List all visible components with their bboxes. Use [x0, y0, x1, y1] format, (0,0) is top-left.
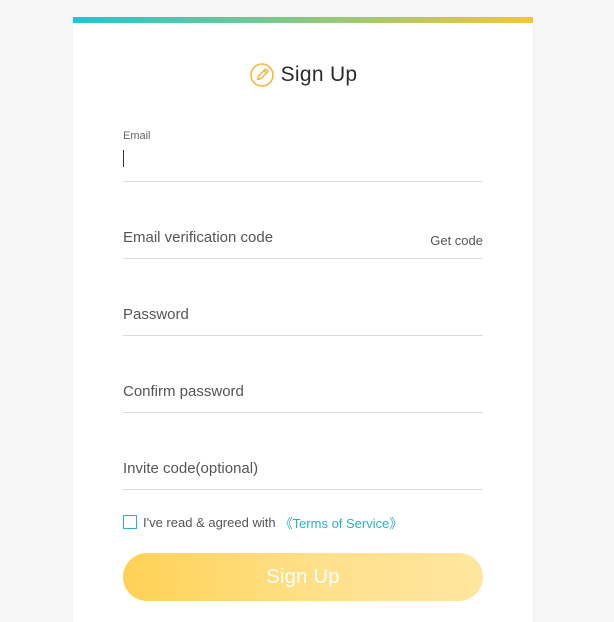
agreement-text: I've read & agreed with	[143, 514, 276, 530]
title-row: Sign Up	[73, 61, 533, 89]
password-field-wrapper	[123, 299, 483, 336]
terms-of-service-link[interactable]: 《Terms of Service》	[280, 513, 403, 532]
email-input[interactable]	[125, 150, 425, 168]
text-caret	[123, 150, 124, 167]
agreement-row: I've read & agreed with 《Terms of Servic…	[123, 513, 402, 531]
email-label: Email	[123, 130, 151, 142]
pencil-circle-icon	[249, 62, 275, 88]
password-input[interactable]	[123, 304, 423, 324]
agreement-checkbox[interactable]	[123, 515, 137, 529]
sign-up-button[interactable]: Sign Up	[123, 553, 483, 601]
invite-code-input[interactable]	[123, 458, 423, 478]
page-title: Sign Up	[280, 63, 358, 86]
confirm-password-input[interactable]	[123, 381, 423, 401]
email-code-input[interactable]	[123, 227, 423, 247]
invite-code-field-wrapper	[123, 453, 483, 490]
top-gradient-bar	[73, 17, 533, 23]
email-code-field-wrapper: Get code	[123, 222, 483, 259]
get-code-button[interactable]: Get code	[430, 233, 483, 248]
signup-card: Sign Up Email Get code I've read & agree…	[73, 17, 533, 622]
email-field-wrapper: Email	[123, 130, 483, 182]
confirm-password-field-wrapper	[123, 376, 483, 413]
